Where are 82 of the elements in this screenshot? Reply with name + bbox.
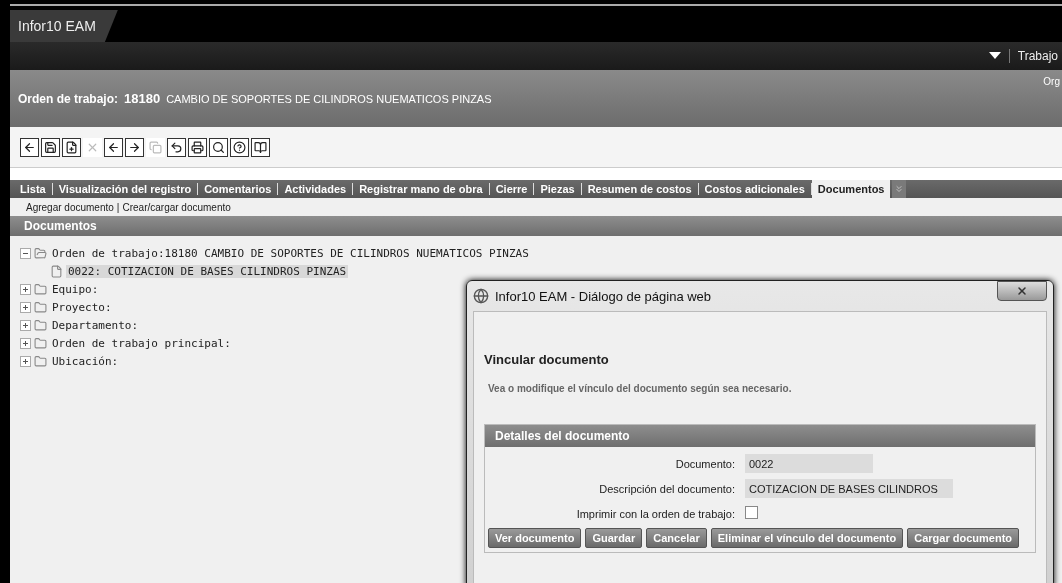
expand-icon[interactable] bbox=[20, 283, 31, 295]
browser-icon bbox=[473, 288, 489, 304]
expand-icon[interactable] bbox=[20, 355, 31, 367]
toolbar-button[interactable] bbox=[209, 137, 228, 157]
save-icon bbox=[44, 140, 57, 154]
tree-item[interactable]: Orden de trabajo principal: bbox=[50, 336, 233, 350]
separator: | bbox=[116, 201, 120, 213]
section-header: Documentos bbox=[10, 216, 1062, 236]
checkbox[interactable] bbox=[745, 506, 758, 519]
toolbar-button[interactable] bbox=[230, 137, 249, 157]
app-tab[interactable]: Infor10 EAM bbox=[10, 10, 118, 42]
field-label: Descripción del documento: bbox=[598, 482, 735, 495]
toolbar-button[interactable] bbox=[188, 137, 207, 157]
back-icon bbox=[23, 140, 36, 154]
folder-icon bbox=[34, 246, 47, 260]
folder-icon bbox=[34, 336, 47, 350]
folder-icon bbox=[34, 354, 47, 368]
tree-item[interactable]: Proyecto: bbox=[50, 300, 114, 314]
action-link[interactable]: Crear/cargar documento bbox=[122, 201, 231, 213]
tab[interactable]: Piezas bbox=[534, 183, 582, 195]
dialog-description: Vea o modifique el vínculo del documento según sea necesario. bbox=[488, 383, 793, 394]
input-field[interactable]: COTIZACION DE BASES CILINDROS bbox=[745, 479, 953, 498]
tree-item[interactable]: Orden de trabajo:18180 CAMBIO DE SOPORTES DE CILINDROS NUEMATICOS PINZAS bbox=[50, 246, 531, 260]
work-order-description: CAMBIO DE SOPORTES DE CILINDROS NUEMATICOS PINZAS bbox=[166, 93, 492, 105]
chevrons-down-icon bbox=[894, 184, 905, 194]
toolbar-button[interactable] bbox=[125, 137, 144, 157]
tab[interactable]: Cierre bbox=[489, 183, 535, 195]
dialog-button[interactable]: Eliminar el vínculo del documento bbox=[710, 528, 904, 548]
dropdown-icon[interactable] bbox=[988, 52, 1001, 60]
undo-icon bbox=[170, 140, 183, 154]
tree-item[interactable]: 0022: COTIZACION DE BASES CILINDROS PINZAS bbox=[66, 264, 349, 278]
file-icon bbox=[50, 264, 63, 278]
tab[interactable]: Registrar mano de obra bbox=[353, 183, 490, 195]
header-label: Orden de trabajo: bbox=[18, 92, 118, 106]
expand-icon[interactable] bbox=[20, 301, 31, 313]
nav-menu[interactable]: Trabajo bbox=[1008, 49, 1058, 63]
org-label: Org bbox=[1043, 76, 1060, 87]
expand-icon[interactable] bbox=[20, 319, 31, 331]
input-field[interactable]: 0022 bbox=[745, 454, 873, 473]
dialog-button[interactable]: Cancelar bbox=[646, 528, 707, 548]
dialog-button[interactable]: Cargar documento bbox=[907, 528, 1020, 548]
printer-icon bbox=[191, 140, 204, 154]
tab[interactable]: Visualización del registro bbox=[52, 183, 199, 195]
folder-icon bbox=[34, 282, 47, 296]
field-label: Documento: bbox=[674, 457, 735, 470]
help-icon bbox=[233, 140, 246, 154]
toolbar-button[interactable] bbox=[20, 137, 39, 157]
toolbar-button[interactable] bbox=[167, 137, 186, 157]
tab[interactable]: Documentos bbox=[811, 180, 891, 198]
toolbar-button[interactable] bbox=[62, 137, 81, 157]
close-button[interactable] bbox=[997, 281, 1047, 301]
panel-header: Detalles del documento bbox=[485, 425, 1035, 447]
dialog-button[interactable]: Guardar bbox=[585, 528, 643, 548]
dialog-button[interactable]: Ver documento bbox=[488, 528, 582, 548]
field-label: Imprimir con la orden de trabajo: bbox=[575, 507, 735, 520]
dialog-title: Infor10 EAM - Diálogo de página web bbox=[495, 288, 712, 304]
new-file-icon bbox=[65, 140, 78, 154]
toolbar-button[interactable] bbox=[251, 137, 270, 157]
left-arrow-icon bbox=[107, 140, 120, 154]
action-link[interactable]: Agregar documento bbox=[26, 201, 114, 213]
tab[interactable]: Costos adicionales bbox=[698, 183, 812, 195]
collapse-icon[interactable] bbox=[20, 247, 31, 259]
tab[interactable]: Comentarios bbox=[198, 183, 279, 195]
right-arrow-icon bbox=[128, 140, 141, 154]
tree-item[interactable]: Departamento: bbox=[50, 318, 141, 332]
tab[interactable]: Lista bbox=[14, 183, 53, 195]
tab[interactable]: Actividades bbox=[278, 183, 354, 195]
folder-icon bbox=[34, 318, 47, 332]
search-icon bbox=[212, 140, 225, 154]
more-tabs-button[interactable] bbox=[892, 180, 907, 198]
expand-icon[interactable] bbox=[20, 337, 31, 349]
book-icon bbox=[254, 140, 267, 154]
toolbar-button[interactable] bbox=[41, 137, 60, 157]
dialog-heading: Vincular documento bbox=[484, 352, 610, 367]
copy-icon bbox=[149, 140, 162, 154]
tree-item[interactable]: Equipo: bbox=[50, 282, 101, 296]
toolbar-button[interactable] bbox=[104, 137, 123, 157]
tab[interactable]: Resumen de costos bbox=[581, 183, 699, 195]
work-order-number: 18180 bbox=[124, 91, 161, 106]
close-icon bbox=[1016, 285, 1028, 297]
folder-icon bbox=[34, 300, 47, 314]
tree-item[interactable]: Ubicación: bbox=[50, 354, 121, 368]
